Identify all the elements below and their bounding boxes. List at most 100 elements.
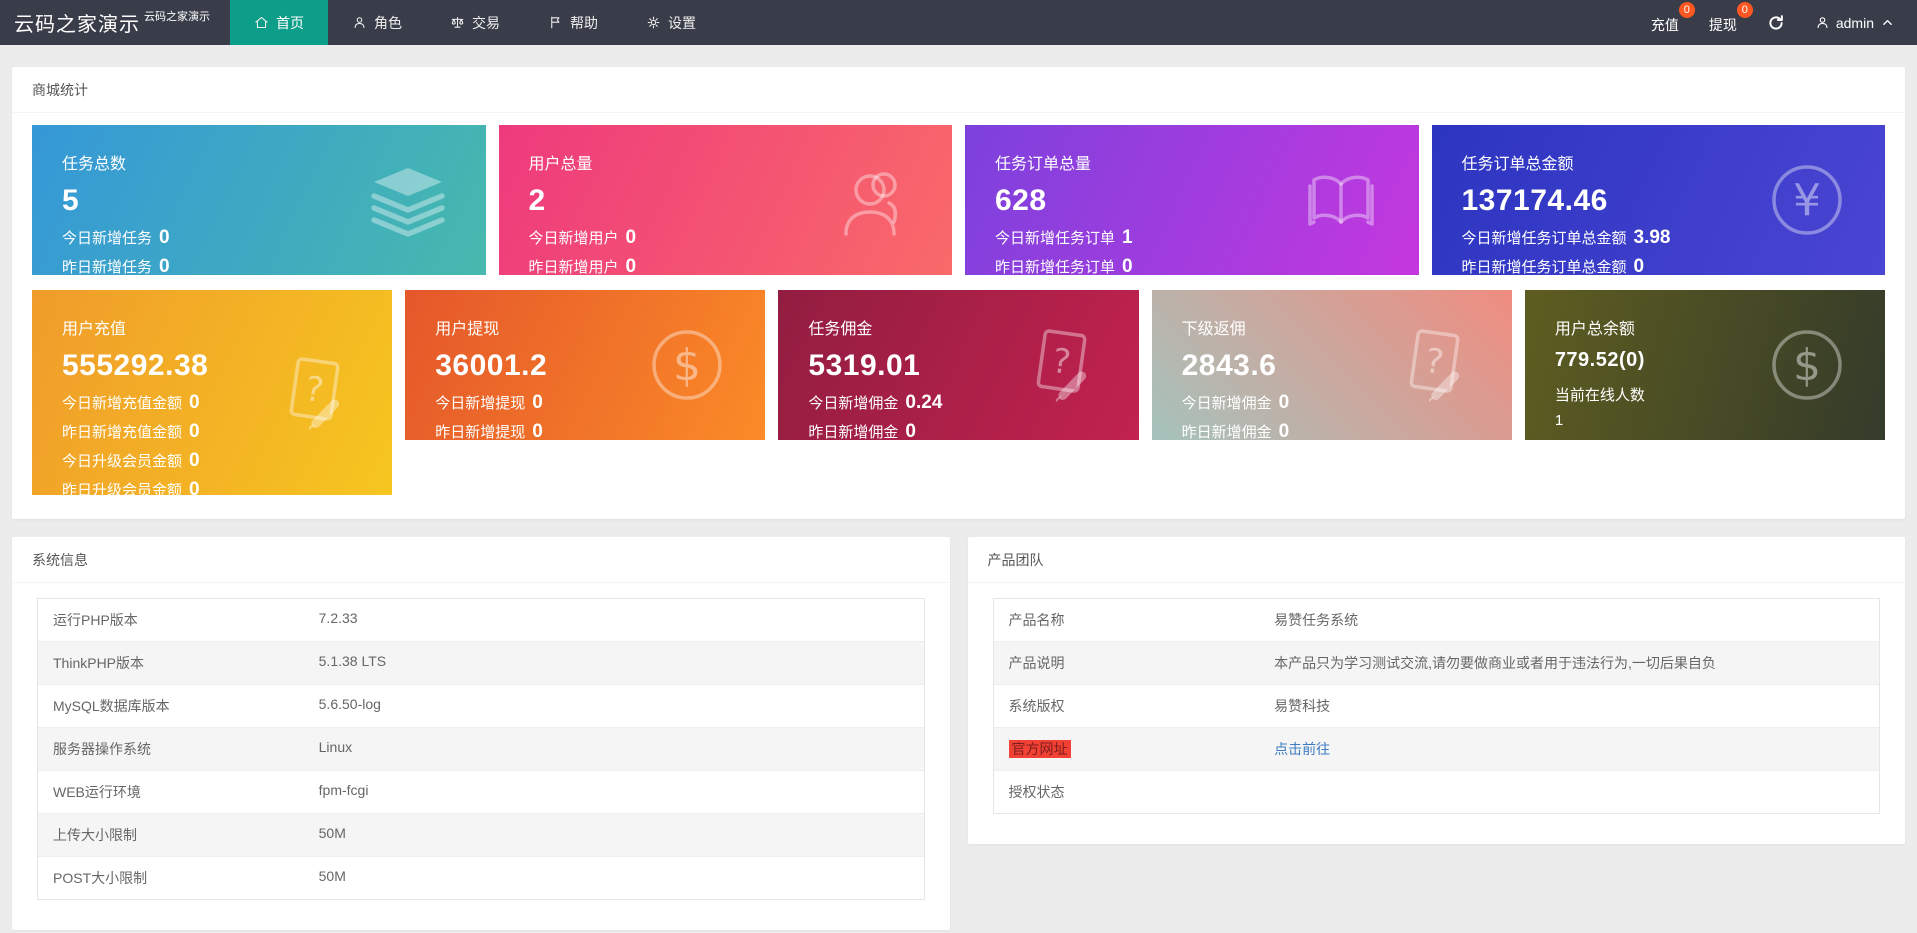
- stat-line-value: 0: [189, 392, 200, 413]
- menu-label: 设置: [668, 13, 696, 33]
- book-icon: [1301, 160, 1381, 240]
- product-team-table: 产品名称 易赞任务系统 产品说明 本产品只为学习测试交流,请勿要做商业或者用于违…: [993, 598, 1881, 814]
- brand-subtitle: 云码之家演示: [144, 8, 210, 24]
- stat-line-label: 今日新增佣金: [1182, 395, 1272, 412]
- stat-line-value: 0.24: [905, 392, 942, 413]
- row-value: 点击前往: [1259, 728, 1879, 770]
- menu-label: 首页: [276, 13, 304, 33]
- stat-line-value: 0: [1279, 421, 1290, 440]
- menu-item-trade[interactable]: 交易: [426, 0, 524, 45]
- stat-line-value: 0: [532, 392, 543, 413]
- main-menu: 首页 角色 交易 帮助 设置: [230, 0, 720, 45]
- stat-card-sub-rebate: 下级返佣 2843.6 今日新增佣金0 昨日新增佣金0 ?: [1152, 290, 1512, 440]
- row-label: 服务器操作系统: [38, 728, 304, 770]
- user-icon: [352, 15, 367, 30]
- stat-card-title: 用户充值: [62, 315, 392, 339]
- menu-item-settings[interactable]: 设置: [622, 0, 720, 45]
- product-team-title: 产品团队: [968, 537, 1906, 583]
- stat-line-label: 昨日新增佣金: [1182, 424, 1272, 440]
- navbar-right: 充值 0 提现 0 admin: [1651, 0, 1917, 45]
- stat-line-value: 0: [1634, 256, 1645, 275]
- recharge-label: 充值: [1651, 17, 1679, 33]
- stat-card-user-recharge: 用户充值 555292.38 今日新增充值金额0 昨日新增充值金额0 今日升级会…: [32, 290, 392, 495]
- stats-panel: 商城统计 任务总数 5 今日新增任务0 昨日新增任务0 用户总量: [12, 67, 1905, 519]
- stat-line-label: 1: [1555, 412, 1563, 429]
- withdraw-button[interactable]: 提现 0: [1709, 11, 1737, 35]
- table-row: MySQL数据库版本 5.6.50-log: [38, 685, 924, 728]
- user-icon: [834, 160, 914, 240]
- row-label: WEB运行环境: [38, 771, 304, 813]
- menu-label: 交易: [472, 13, 500, 33]
- menu-item-role[interactable]: 角色: [328, 0, 426, 45]
- brand-logo[interactable]: 云码之家演示 云码之家演示: [0, 0, 224, 45]
- stat-line-value: 0: [189, 479, 200, 495]
- row-value: 50M: [304, 857, 924, 899]
- stat-card-task-total: 任务总数 5 今日新增任务0 昨日新增任务0: [32, 125, 486, 275]
- row-label: ThinkPHP版本: [38, 642, 304, 684]
- menu-item-home[interactable]: 首页: [230, 0, 328, 45]
- stat-line-value: 0: [905, 421, 916, 440]
- svg-text:$: $: [1793, 340, 1821, 391]
- recharge-button[interactable]: 充值 0: [1651, 11, 1679, 35]
- stats-row-2: 用户充值 555292.38 今日新增充值金额0 昨日新增充值金额0 今日升级会…: [32, 290, 1885, 495]
- dollar-icon: $: [647, 325, 727, 405]
- stats-row-1: 任务总数 5 今日新增任务0 昨日新增任务0 用户总量 2 今日新增用户0: [32, 125, 1885, 275]
- flag-icon: [548, 15, 563, 30]
- row-value: Linux: [304, 728, 924, 770]
- row-label: 产品名称: [994, 599, 1260, 641]
- stat-line-label: 昨日新增充值金额: [62, 424, 182, 441]
- stat-line-value: 0: [1279, 392, 1290, 413]
- row-label: 产品说明: [994, 642, 1260, 684]
- product-team-panel: 产品团队 产品名称 易赞任务系统 产品说明 本产品只为学习测试交流,请勿要做商业…: [968, 537, 1906, 844]
- scales-icon: [450, 15, 465, 30]
- withdraw-label: 提现: [1709, 17, 1737, 33]
- menu-item-help[interactable]: 帮助: [524, 0, 622, 45]
- stat-card-order-total: 任务订单总量 628 今日新增任务订单1 昨日新增任务订单0: [965, 125, 1419, 275]
- system-info-title: 系统信息: [12, 537, 950, 583]
- stat-card-task-commission: 任务佣金 5319.01 今日新增佣金0.24 昨日新增佣金0 ?: [778, 290, 1138, 440]
- system-info-table: 运行PHP版本 7.2.33 ThinkPHP版本 5.1.38 LTS MyS…: [37, 598, 925, 900]
- chevron-up-icon: [1880, 15, 1895, 30]
- refresh-button[interactable]: [1767, 14, 1785, 32]
- row-label: 运行PHP版本: [38, 599, 304, 641]
- svg-text:?: ?: [1423, 341, 1446, 383]
- stat-line-label: 今日新增充值金额: [62, 395, 182, 412]
- stat-line-label: 昨日升级会员金额: [62, 482, 182, 495]
- row-value: 5.1.38 LTS: [304, 642, 924, 684]
- stat-line-label: 昨日新增提现: [435, 424, 525, 440]
- table-row: WEB运行环境 fpm-fcgi: [38, 771, 924, 814]
- doc-question-icon: ?: [1394, 325, 1474, 405]
- stat-line-value: 0: [626, 227, 637, 248]
- menu-label: 角色: [374, 13, 402, 33]
- stat-line-value: 0: [159, 227, 170, 248]
- svg-text:$: $: [673, 340, 701, 391]
- table-row: 授权状态: [994, 771, 1880, 813]
- stat-line-label: 今日新增佣金: [808, 395, 898, 412]
- table-row: 产品说明 本产品只为学习测试交流,请勿要做商业或者用于违法行为,一切后果自负: [994, 642, 1880, 685]
- row-label: 系统版权: [994, 685, 1260, 727]
- table-row: POST大小限制 50M: [38, 857, 924, 899]
- stat-line-value: 0: [189, 421, 200, 442]
- dollar-icon: $: [1767, 325, 1847, 405]
- stat-card-user-withdraw: 用户提现 36001.2 今日新增提现0 昨日新增提现0 $: [405, 290, 765, 440]
- row-label: MySQL数据库版本: [38, 685, 304, 727]
- stats-panel-title: 商城统计: [12, 67, 1905, 113]
- row-label: 上传大小限制: [38, 814, 304, 856]
- stat-line-label: 今日新增用户: [529, 230, 619, 247]
- system-info-panel: 系统信息 运行PHP版本 7.2.33 ThinkPHP版本 5.1.38 LT…: [12, 537, 950, 930]
- username: admin: [1836, 15, 1874, 31]
- stat-line-label: 昨日新增任务: [62, 259, 152, 275]
- stat-card-order-amount: 任务订单总金额 137174.46 今日新增任务订单总金额3.98 昨日新增任务…: [1432, 125, 1886, 275]
- table-row: 上传大小限制 50M: [38, 814, 924, 857]
- stat-card-user-balance: 用户总余额 779.52(0) 当前在线人数 1 $: [1525, 290, 1885, 440]
- stat-line-value: 0: [1122, 256, 1133, 275]
- table-row: ThinkPHP版本 5.1.38 LTS: [38, 642, 924, 685]
- row-value: 易赞任务系统: [1259, 599, 1879, 641]
- stat-line-value: 3.98: [1634, 227, 1671, 248]
- row-value: [1259, 771, 1879, 813]
- user-dropdown[interactable]: admin: [1815, 15, 1895, 31]
- row-value: 本产品只为学习测试交流,请勿要做商业或者用于违法行为,一切后果自负: [1259, 642, 1879, 684]
- official-site-link[interactable]: 点击前往: [1274, 741, 1330, 757]
- menu-label: 帮助: [570, 13, 598, 33]
- row-label: POST大小限制: [38, 857, 304, 899]
